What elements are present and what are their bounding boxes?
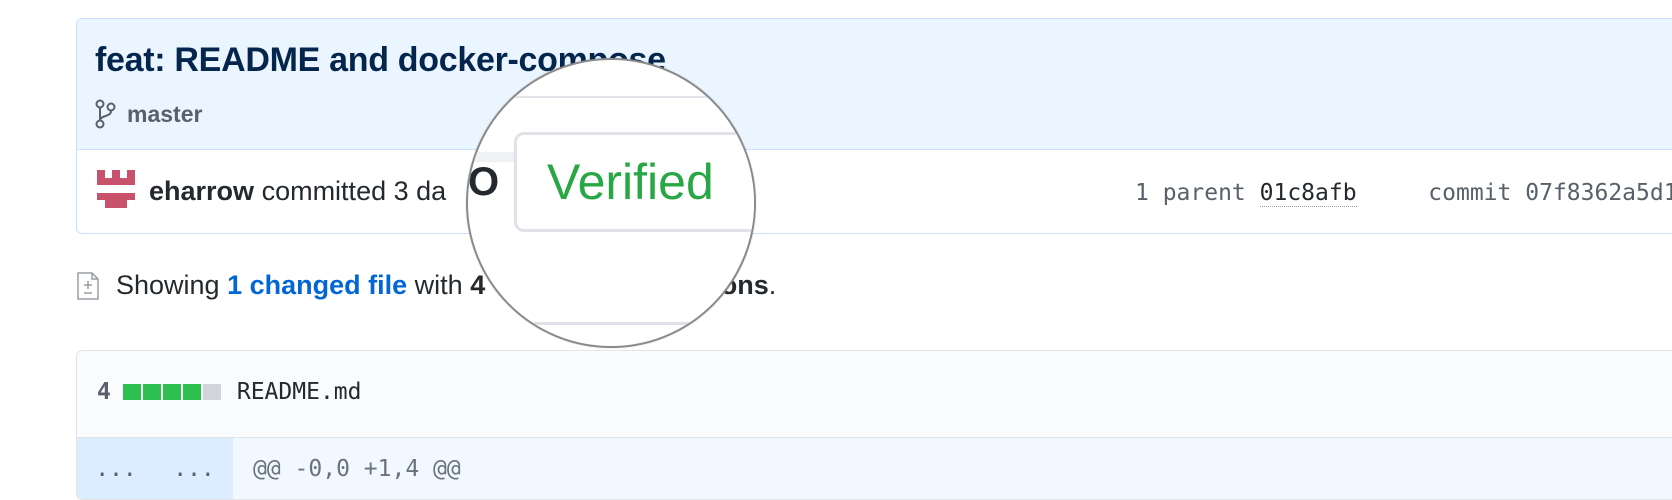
parent-sha-link[interactable]: 01c8afb	[1259, 180, 1357, 207]
additions-count: 4	[470, 270, 486, 300]
magnified-fragment: O	[468, 160, 500, 204]
parent-label: 1 parent	[1135, 180, 1246, 206]
verified-badge[interactable]: Verified	[514, 132, 754, 232]
commit-meta: eharrow committed 3 da 1 parent 01c8afb …	[77, 150, 1672, 233]
hunk-expand-left[interactable]: ...	[77, 438, 155, 499]
commit-sha: 07f8362a5d1f4fcc0	[1525, 180, 1672, 206]
commit-box: feat: README and docker-compose master e…	[76, 18, 1672, 234]
diffstat-addition-block	[122, 384, 141, 400]
commit-label: commit	[1428, 180, 1512, 206]
committed-time-text: committed 3 da	[261, 176, 447, 206]
branch-row[interactable]: master	[95, 99, 202, 129]
author-line: eharrow committed 3 da	[149, 176, 446, 207]
hunk-expand-right[interactable]: ...	[155, 438, 233, 499]
changed-files-link[interactable]: 1 changed file	[227, 270, 407, 300]
diffstat-addition-block	[182, 384, 201, 400]
summary-period: .	[768, 270, 777, 300]
file-header: 4 README.md	[77, 351, 1672, 438]
summary-with: with	[414, 270, 463, 300]
file-change-count: 4	[97, 379, 111, 405]
diffstat-bar	[122, 384, 223, 400]
summary-showing: Showing	[116, 270, 220, 300]
commit-header: feat: README and docker-compose master	[77, 19, 1672, 150]
author-name-link[interactable]: eharrow	[149, 176, 254, 206]
file-name-link[interactable]: README.md	[237, 379, 362, 405]
hunk-header-row: ... ... @@ -0,0 +1,4 @@	[77, 438, 1672, 499]
diffstat-addition-block	[142, 384, 161, 400]
hunk-header: @@ -0,0 +1,4 @@	[233, 438, 1672, 499]
avatar[interactable]	[97, 170, 135, 208]
file-diff-icon	[76, 271, 100, 301]
sha-area: 1 parent 01c8afb commit 07f8362a5d1f4fcc…	[1135, 180, 1672, 207]
magnifier-lens: O Verified	[466, 58, 756, 348]
diffstat-neutral-block	[202, 384, 221, 400]
verified-label: Verified	[547, 154, 714, 210]
diffstat-addition-block	[162, 384, 181, 400]
git-branch-icon	[95, 99, 117, 129]
branch-name: master	[127, 100, 203, 127]
